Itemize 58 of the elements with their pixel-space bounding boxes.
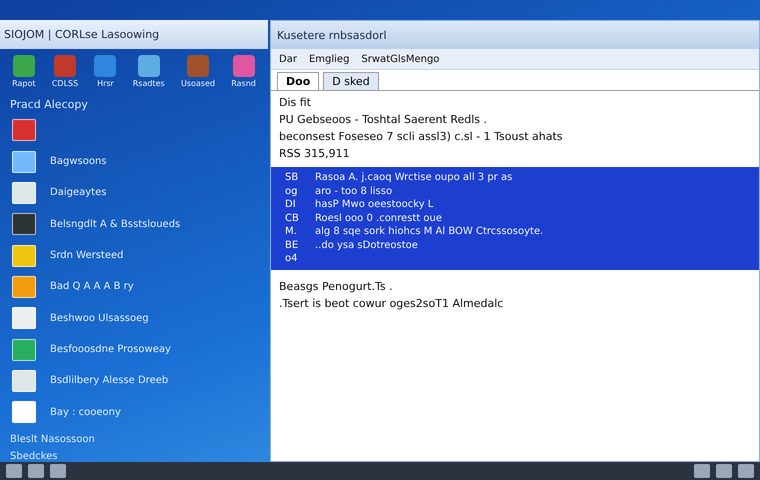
section-heading: Pracd Alecopy: [9, 96, 89, 112]
item-label[interactable]: Bsdlilbery Alesse Dreeb: [50, 375, 168, 386]
selected-text: aro - too 8 lisso: [315, 186, 392, 197]
shortcut-label: Rapot: [12, 78, 36, 88]
line-number: M.: [285, 226, 298, 238]
item-label[interactable]: Srdn Wersteed: [50, 250, 124, 262]
shortcut-icon[interactable]: [12, 54, 35, 76]
shortcut-label: Rsadtes: [132, 78, 165, 88]
line-number: DI: [285, 199, 297, 210]
item-label[interactable]: Bad Q A A A B ry: [50, 281, 134, 292]
tab[interactable]: Doo: [277, 72, 320, 90]
item-icon[interactable]: [12, 338, 36, 361]
selected-text: Rasoa A. j.caoq Wrctise oupo all 3 pr as: [315, 172, 512, 184]
item-label[interactable]: Besfooosdne Prosoweay: [50, 344, 171, 356]
text-line: Dis fit: [279, 95, 312, 111]
line-number: CB: [285, 212, 300, 224]
line-number: og: [285, 186, 298, 197]
item-icon[interactable]: [12, 244, 36, 267]
shortcut-label: Usoased: [180, 78, 215, 88]
item-label[interactable]: Bagwsoons: [50, 156, 107, 168]
selected-text: hasP Mwo oeestoocky L: [315, 199, 434, 210]
item-icon[interactable]: [12, 182, 36, 204]
window-title: Kusetere rnbsasdorl: [271, 21, 759, 49]
item-icon[interactable]: [12, 307, 36, 330]
tab[interactable]: D sked: [323, 72, 379, 90]
text-line: beconsest Foseseo 7 scli assl3) c.sl - 1 Tsoust ahats: [279, 129, 564, 145]
item-label[interactable]: Beshwoo Ulsassoeg: [50, 312, 149, 324]
item-icon[interactable]: [12, 150, 36, 173]
panel-title: SIOJOM | CORLse Lasoowing: [0, 20, 268, 48]
note-line: .Tsert is beot cowur oges2soT1 Almedalc: [279, 296, 504, 312]
toolbar-button[interactable]: Emglieg: [306, 54, 352, 64]
text-line: PU Gebseoos - Toshtal Saerent Redls .: [279, 112, 488, 128]
shortcut-icon[interactable]: [94, 54, 116, 76]
item-label[interactable]: Bay : cooeony: [50, 406, 121, 418]
shortcut-label: Rasnd: [231, 78, 256, 88]
selected-text: alg 8 sqe sork hiohcs M Al BOW Ctrcssosoyte.: [315, 226, 544, 238]
line-number: o4: [285, 253, 298, 264]
note-line: Beasgs Penogurt.Ts .: [279, 278, 394, 294]
line-number: SB: [285, 172, 300, 184]
shortcut-icon[interactable]: [232, 54, 255, 76]
shortcut-icon[interactable]: [138, 54, 160, 76]
line-number: BE: [285, 240, 300, 251]
item-label[interactable]: Daigeaytes: [50, 187, 106, 198]
shortcut-label: Hrsr: [97, 78, 114, 88]
shortcut-label: CDLSS: [52, 78, 78, 88]
footer-text: Bleslt Nasossoon: [9, 432, 96, 445]
footer-text: Sbedckes: [9, 450, 58, 462]
text-line: RSS 315,911: [279, 146, 351, 162]
item-icon[interactable]: [12, 370, 36, 392]
selected-text: Roesl ooo 0 .conrestt oue: [315, 212, 442, 224]
selected-text: ..do ysa sDotreostoe: [315, 240, 418, 251]
toolbar-button[interactable]: SrwatGlsMengo: [359, 54, 442, 64]
item-icon[interactable]: [12, 401, 36, 424]
item-icon[interactable]: [12, 119, 36, 142]
item-icon[interactable]: [12, 213, 36, 236]
item-label[interactable]: Belsngdlt A & Bsstsloueds: [50, 218, 180, 230]
item-icon[interactable]: [12, 276, 36, 298]
toolbar-button[interactable]: Dar: [277, 54, 299, 64]
